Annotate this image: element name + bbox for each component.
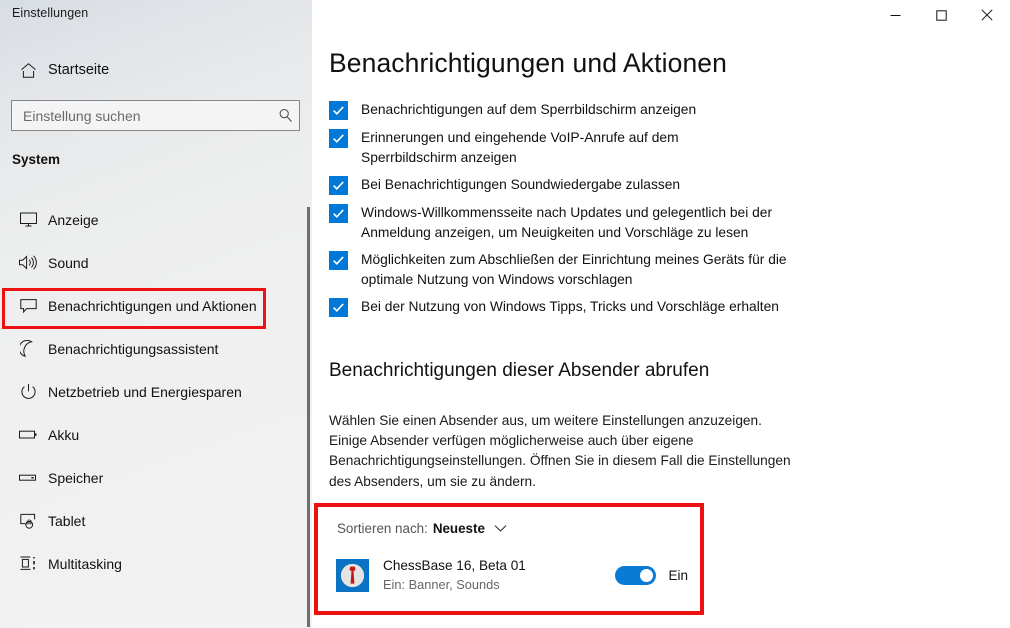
sidebar-item-label: Speicher bbox=[48, 469, 104, 486]
storage-drive-icon bbox=[10, 471, 46, 484]
notification-options-list: Benachrichtigungen auf dem Sperrbildschi… bbox=[329, 100, 969, 325]
tablet-hand-icon bbox=[10, 512, 46, 530]
checkbox-checked-icon[interactable] bbox=[329, 251, 348, 270]
chat-bubble-icon bbox=[10, 297, 46, 314]
sidebar-item-benachrichtigungsassistent[interactable]: Benachrichtigungsassistent bbox=[0, 327, 312, 370]
minimize-button[interactable] bbox=[872, 0, 918, 30]
checkbox-label: Windows-Willkommensseite nach Updates un… bbox=[361, 205, 773, 240]
sender-toggle-group[interactable]: Ein bbox=[615, 565, 688, 585]
checkbox-checked-icon[interactable] bbox=[329, 298, 348, 317]
sidebar-item-label: Multitasking bbox=[48, 555, 122, 572]
sort-label: Sortieren nach: bbox=[337, 521, 428, 536]
sidebar-item-label: Tablet bbox=[48, 512, 86, 529]
sort-control[interactable]: Sortieren nach: Neueste bbox=[337, 521, 507, 536]
checkbox-row[interactable]: Bei Benachrichtigungen Soundwiedergabe z… bbox=[329, 175, 969, 195]
sidebar-item-label: Benachrichtigungsassistent bbox=[48, 340, 219, 357]
section-title: Benachrichtigungen dieser Absender abruf… bbox=[329, 360, 710, 381]
sender-list-item[interactable]: ChessBase 16, Beta 01 Ein: Banner, Sound… bbox=[336, 551, 688, 599]
maximize-button[interactable] bbox=[918, 0, 964, 30]
settings-window: Einstellungen Startseite System bbox=[0, 0, 1010, 628]
sidebar-item-label: Akku bbox=[48, 426, 80, 443]
checkbox-label: Möglichkeiten zum Abschließen der Einric… bbox=[361, 252, 787, 287]
main-content: Benachrichtigungen und Aktionen Benachri… bbox=[312, 0, 1010, 628]
sender-toggle-switch[interactable] bbox=[615, 565, 657, 585]
sort-value: Neueste bbox=[432, 521, 485, 536]
checkbox-row[interactable]: Benachrichtigungen auf dem Sperrbildschi… bbox=[329, 100, 969, 120]
search-box[interactable] bbox=[11, 100, 300, 131]
page-title: Benachrichtigungen und Aktionen bbox=[329, 48, 727, 78]
sidebar-scrollbar[interactable] bbox=[307, 207, 310, 627]
toggle-state-label: Ein bbox=[668, 567, 688, 583]
sidebar-item-label: Netzbetrieb und Energiesparen bbox=[48, 383, 242, 400]
checkbox-label: Bei Benachrichtigungen Soundwiedergabe z… bbox=[361, 177, 681, 192]
window-controls bbox=[850, 0, 1010, 30]
power-icon bbox=[10, 383, 46, 400]
close-button[interactable] bbox=[964, 0, 1010, 30]
checkbox-checked-icon[interactable] bbox=[329, 176, 348, 195]
search-icon bbox=[271, 108, 299, 123]
checkbox-row[interactable]: Möglichkeiten zum Abschließen der Einric… bbox=[329, 250, 969, 289]
checkbox-label: Bei der Nutzung von Windows Tipps, Trick… bbox=[361, 299, 779, 314]
sidebar: Einstellungen Startseite System bbox=[0, 0, 312, 628]
sidebar-group-label: System bbox=[12, 152, 61, 167]
moon-icon bbox=[10, 339, 46, 358]
checkbox-checked-icon[interactable] bbox=[329, 101, 348, 120]
home-icon bbox=[10, 62, 46, 79]
sidebar-item-label: Sound bbox=[48, 254, 89, 271]
checkbox-checked-icon[interactable] bbox=[329, 129, 348, 148]
battery-icon bbox=[10, 428, 46, 441]
sidebar-item-benachrichtigungen-und-aktionen[interactable]: Benachrichtigungen und Aktionen bbox=[0, 284, 312, 329]
search-input[interactable] bbox=[12, 107, 271, 124]
chessbase-app-icon bbox=[336, 558, 369, 592]
sidebar-item-sound[interactable]: Sound bbox=[0, 241, 312, 284]
window-title: Einstellungen bbox=[12, 6, 89, 20]
checkbox-label: Benachrichtigungen auf dem Sperrbildschi… bbox=[361, 102, 697, 117]
checkbox-row[interactable]: Bei der Nutzung von Windows Tipps, Trick… bbox=[329, 297, 969, 317]
sender-list-panel: Sortieren nach: Neueste ChessBase 16, Be… bbox=[314, 503, 704, 615]
sender-name: ChessBase 16, Beta 01 bbox=[383, 558, 526, 573]
checkbox-checked-icon[interactable] bbox=[329, 204, 348, 223]
sidebar-item-label: Benachrichtigungen und Aktionen bbox=[48, 297, 257, 314]
checkbox-label: Erinnerungen und eingehende VoIP-Anrufe … bbox=[361, 130, 679, 165]
sidebar-home-label: Startseite bbox=[48, 62, 110, 78]
sidebar-item-tablet[interactable]: Tablet bbox=[0, 499, 312, 542]
monitor-icon bbox=[10, 211, 46, 228]
sidebar-item-anzeige[interactable]: Anzeige bbox=[0, 198, 312, 241]
sidebar-item-netzbetrieb-und-energiesparen[interactable]: Netzbetrieb und Energiesparen bbox=[0, 370, 312, 413]
checkbox-row[interactable]: Windows-Willkommensseite nach Updates un… bbox=[329, 203, 969, 242]
sidebar-item-multitasking[interactable]: Multitasking bbox=[0, 542, 312, 585]
sidebar-item-label: Anzeige bbox=[48, 211, 99, 228]
multitasking-icon bbox=[10, 555, 46, 572]
sidebar-item-home[interactable]: Startseite bbox=[0, 54, 312, 86]
sender-info: ChessBase 16, Beta 01 Ein: Banner, Sound… bbox=[383, 557, 615, 593]
sidebar-nav: Anzeige Sound Benachrichtigungen und Akt… bbox=[0, 198, 312, 585]
sidebar-item-akku[interactable]: Akku bbox=[0, 413, 312, 456]
sender-subtitle: Ein: Banner, Sounds bbox=[383, 577, 500, 592]
section-description: Wählen Sie einen Absender aus, um weiter… bbox=[329, 413, 791, 489]
sidebar-item-speicher[interactable]: Speicher bbox=[0, 456, 312, 499]
chevron-down-icon[interactable] bbox=[494, 524, 507, 533]
toggle-knob bbox=[640, 568, 654, 582]
checkbox-row[interactable]: Erinnerungen und eingehende VoIP-Anrufe … bbox=[329, 128, 969, 167]
speaker-icon bbox=[10, 254, 46, 271]
